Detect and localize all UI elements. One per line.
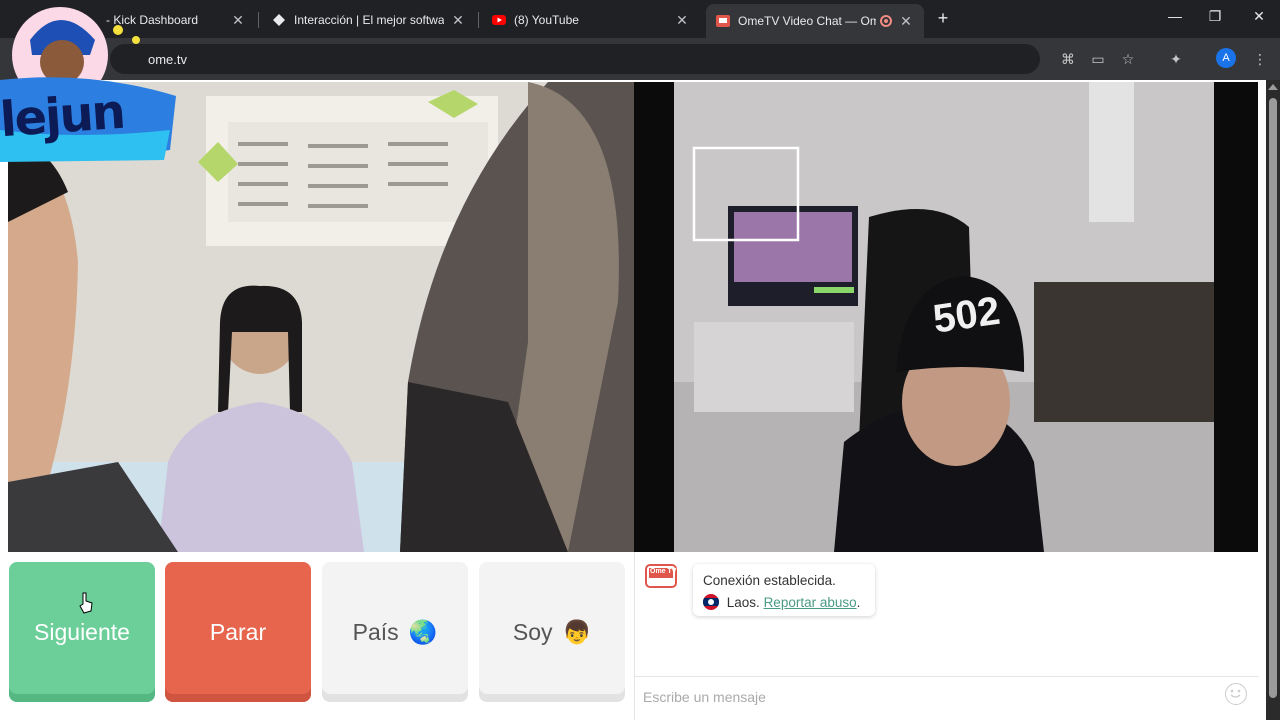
ometv-logo-icon: Ome TV <box>645 564 677 590</box>
tab-youtube[interactable]: (8) YouTube ✕ <box>482 6 700 34</box>
self-video: 502 <box>634 82 1258 552</box>
menu-icon[interactable]: ⋮ <box>1250 50 1270 68</box>
close-tab-icon[interactable]: ✕ <box>674 12 690 29</box>
maximize-icon[interactable]: ❐ <box>1200 8 1230 25</box>
scroll-thumb[interactable] <box>1269 98 1277 698</box>
connection-status: Conexión establecida. <box>703 573 836 588</box>
next-label: Siguiente <box>34 618 130 645</box>
ometv-icon <box>716 14 730 28</box>
minimize-icon[interactable]: — <box>1160 8 1190 24</box>
report-abuse-link[interactable]: Reportar abuso <box>764 595 857 610</box>
close-tab-icon[interactable]: ✕ <box>898 13 914 30</box>
message-input-area <box>635 676 1259 716</box>
tab-title: OmeTV Video Chat — Ome <box>738 14 876 28</box>
tab-separator <box>258 12 259 28</box>
translate-icon[interactable]: ⌘ <box>1058 50 1078 68</box>
globe-icon: 🌏 <box>408 618 438 645</box>
svg-text:502: 502 <box>930 289 1002 342</box>
profile-avatar[interactable]: A <box>1216 48 1236 68</box>
tab-ometv[interactable]: OmeTV Video Chat — Ome ✕ <box>706 4 924 38</box>
gender-button[interactable]: Soy 👦 <box>479 562 625 702</box>
browser-toolbar: ome.tv ⌘ ▭ ☆ ✦ A ⋮ <box>0 38 1280 80</box>
tab-separator <box>478 12 479 28</box>
stop-label: Parar <box>209 618 267 645</box>
scroll-up-arrow[interactable] <box>1268 84 1278 90</box>
cast-icon[interactable]: ▭ <box>1088 50 1108 68</box>
extensions-icon[interactable]: ✦ <box>1166 50 1186 68</box>
address-bar[interactable]: ome.tv <box>110 44 1040 74</box>
boy-icon: 👦 <box>562 618 592 645</box>
streamer-logo: lejun <box>0 0 180 180</box>
close-tab-icon[interactable]: ✕ <box>230 12 246 29</box>
message-input[interactable] <box>643 685 1213 709</box>
stop-button[interactable]: Parar <box>165 562 311 702</box>
tab-title: (8) YouTube <box>514 13 579 27</box>
gender-label: Soy <box>512 618 553 645</box>
emoji-icon[interactable] <box>1225 683 1247 705</box>
chat-panel: Ome TV Conexión establecida. Laos. Repor… <box>634 552 1259 720</box>
report-suffix: . <box>856 595 861 610</box>
bookmark-star-icon[interactable]: ☆ <box>1118 50 1138 68</box>
scrollbar[interactable] <box>1266 80 1280 720</box>
country-label: País <box>352 618 399 645</box>
new-tab-button[interactable]: + <box>932 8 954 29</box>
diamond-icon <box>272 13 286 27</box>
browser-tabbar: - Kick Dashboard ✕ Interacción | El mejo… <box>0 0 1280 38</box>
tab-interaccion[interactable]: Interacción | El mejor software p ✕ <box>262 6 476 34</box>
close-tab-icon[interactable]: ✕ <box>450 12 466 29</box>
laos-flag-icon <box>703 594 719 610</box>
ometv-logo-text: Ome TV <box>650 568 677 575</box>
system-message: Conexión establecida. Laos. Reportar abu… <box>693 564 875 616</box>
country-name: Laos. <box>726 595 760 610</box>
youtube-icon <box>492 13 506 27</box>
tab-title: Interacción | El mejor software p <box>294 13 444 27</box>
mouse-cursor-icon <box>78 592 94 619</box>
country-button[interactable]: País 🌏 <box>322 562 468 702</box>
partner-country: Laos. Reportar abuso. <box>703 592 865 614</box>
next-button[interactable]: Siguiente <box>9 562 155 702</box>
streamer-logo-text: lejun <box>0 83 126 149</box>
recording-icon <box>880 15 892 27</box>
close-window-icon[interactable]: ✕ <box>1244 8 1274 25</box>
